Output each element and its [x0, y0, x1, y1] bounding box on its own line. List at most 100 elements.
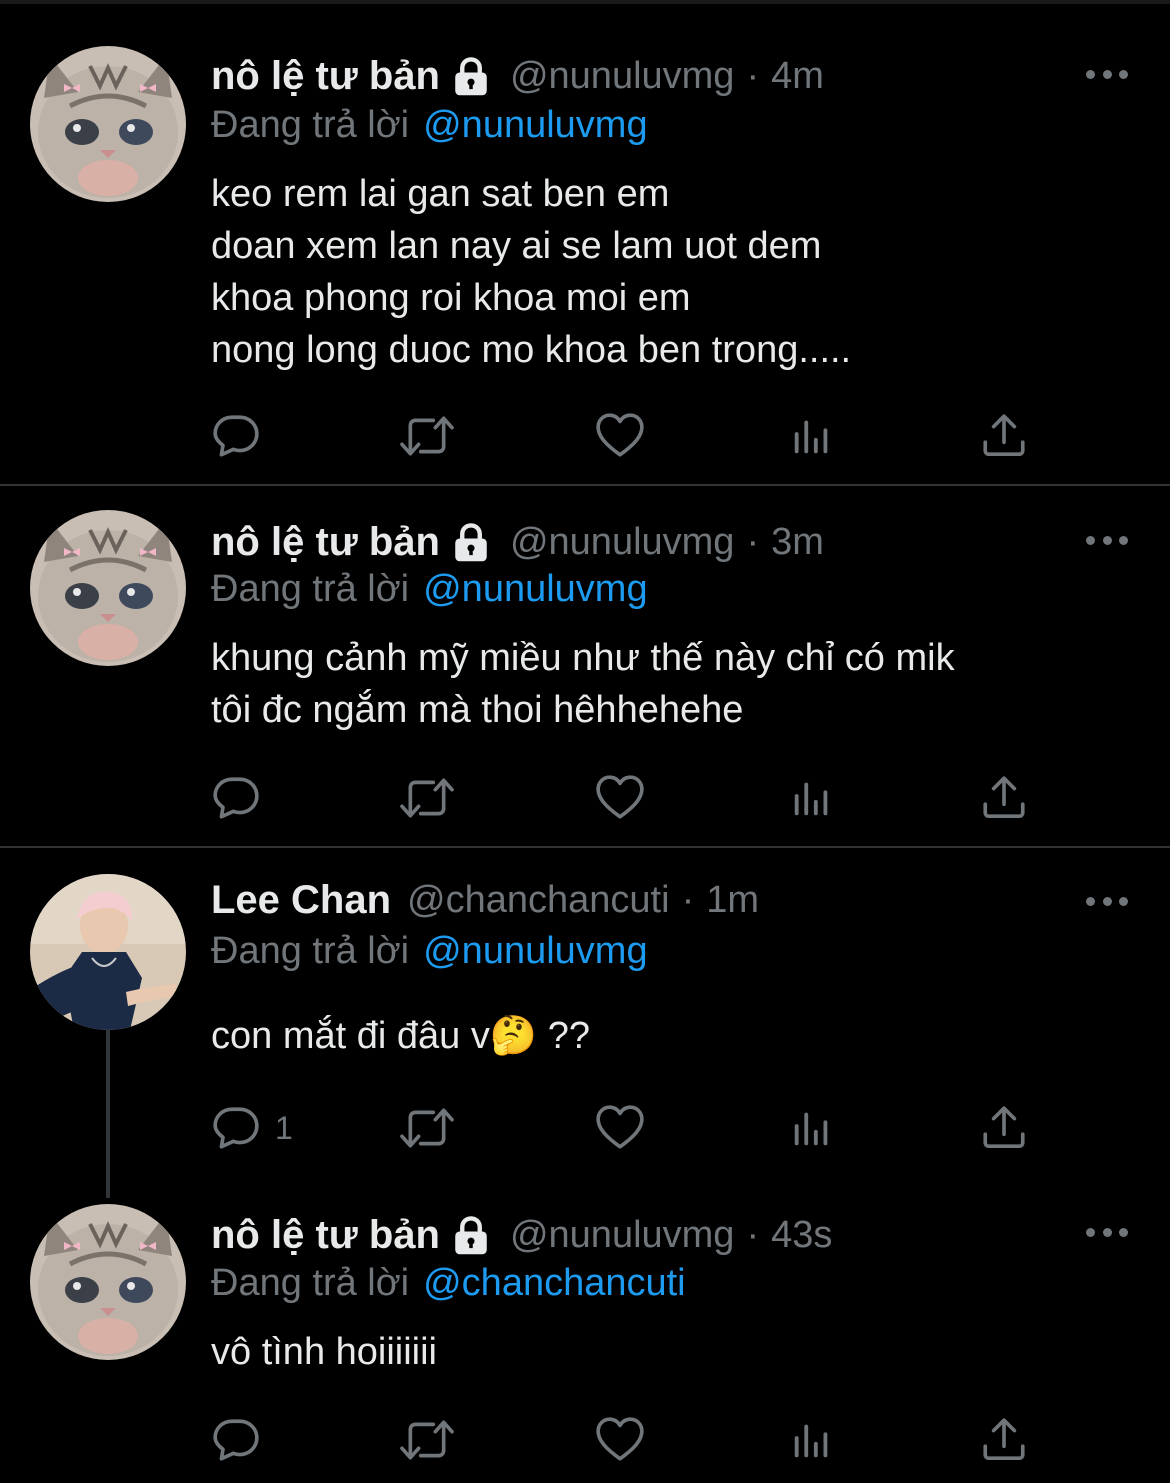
tweet-line: khoa phong roi khoa moi em [211, 277, 691, 319]
reply-context: Đang trả lời @nunuluvmg [211, 568, 648, 611]
retweet-icon [397, 1103, 457, 1153]
lock-icon [448, 1214, 494, 1256]
display-name[interactable]: nô lệ tư bản [211, 520, 440, 565]
reply-icon [211, 1103, 261, 1153]
tweet-text: vô tình hoiiiiiii [211, 1326, 437, 1378]
reply-button[interactable] [211, 1414, 275, 1466]
display-name[interactable]: nô lệ tư bản [211, 1213, 440, 1258]
heart-icon [595, 1103, 645, 1153]
separator: · [681, 878, 695, 921]
like-button[interactable] [595, 410, 645, 462]
separator: · [746, 1213, 760, 1256]
retweet-icon [397, 411, 457, 461]
separator: · [746, 54, 760, 97]
action-bar [211, 1414, 1031, 1466]
tweet-line: keo rem lai gan sat ben em [211, 173, 670, 215]
timestamp[interactable]: 3m [771, 521, 824, 564]
reply-icon [211, 773, 261, 823]
views-icon [789, 1415, 835, 1465]
action-bar: 1 [211, 1102, 1031, 1154]
mention-link[interactable]: @nunuluvmg [423, 930, 647, 972]
timestamp[interactable]: 43s [771, 1214, 832, 1257]
lock-icon [448, 521, 494, 563]
more-icon[interactable] [1086, 1222, 1128, 1242]
share-button[interactable] [979, 1102, 1029, 1154]
tweet-header: nô lệ tư bản @nunuluvmg · 4m [211, 48, 824, 104]
lock-icon [448, 55, 494, 97]
username[interactable]: @chanchancuti [407, 879, 670, 922]
share-button[interactable] [979, 772, 1029, 824]
tweet-text: khung cảnh mỹ miều như thế này chỉ có mi… [211, 632, 955, 736]
views-button[interactable] [789, 1102, 835, 1154]
tweet-1[interactable]: nô lệ tư bản @nunuluvmg · 4m Đang trả lờ… [0, 0, 1170, 484]
tweet-4[interactable]: nô lệ tư bản @nunuluvmg · 43s Đang trả l… [0, 1188, 1170, 1483]
reply-prefix: Đang trả lời [211, 568, 410, 610]
reply-context: Đang trả lời @nunuluvmg [211, 930, 648, 973]
mention-link[interactable]: @chanchancuti [423, 1262, 686, 1304]
tweet-header: nô lệ tư bản @nunuluvmg · 43s [211, 1207, 832, 1263]
timestamp[interactable]: 1m [706, 879, 759, 922]
username[interactable]: @nunuluvmg [510, 1214, 734, 1257]
retweet-button[interactable] [397, 772, 457, 824]
like-button[interactable] [595, 772, 645, 824]
cat-avatar[interactable] [30, 510, 186, 666]
share-icon [979, 1415, 1029, 1465]
reply-button[interactable] [211, 410, 275, 462]
person-avatar[interactable] [30, 874, 186, 1030]
reply-icon [211, 1415, 261, 1465]
reply-button[interactable]: 1 [211, 1102, 293, 1154]
views-icon [789, 411, 835, 461]
retweet-icon [397, 773, 457, 823]
reply-prefix: Đang trả lời [211, 1262, 410, 1304]
tweet-line: tôi đc ngắm mà thoi hêhhehehe [211, 689, 744, 731]
views-button[interactable] [789, 772, 835, 824]
retweet-button[interactable] [397, 1414, 457, 1466]
mention-link[interactable]: @nunuluvmg [423, 104, 647, 146]
tweet-line: con mắt đi đâu v🤔 ?? [211, 1015, 590, 1057]
tweet-2[interactable]: nô lệ tư bản @nunuluvmg · 3m Đang trả lờ… [0, 486, 1170, 846]
display-name[interactable]: Lee Chan [211, 878, 391, 923]
views-button[interactable] [789, 410, 835, 462]
reply-prefix: Đang trả lời [211, 930, 410, 972]
views-icon [789, 1103, 835, 1153]
share-button[interactable] [979, 1414, 1029, 1466]
share-icon [979, 773, 1029, 823]
more-icon[interactable] [1086, 64, 1128, 84]
tweet-header: Lee Chan @chanchancuti · 1m [211, 872, 759, 928]
timestamp[interactable]: 4m [771, 55, 824, 98]
tweet-line: vô tình hoiiiiiii [211, 1331, 437, 1373]
tweet-text: keo rem lai gan sat ben em doan xem lan … [211, 168, 851, 376]
tweet-line: khung cảnh mỹ miều như thế này chỉ có mi… [211, 637, 955, 679]
views-button[interactable] [789, 1414, 835, 1466]
cat-avatar[interactable] [30, 1204, 186, 1360]
retweet-button[interactable] [397, 410, 457, 462]
username[interactable]: @nunuluvmg [510, 521, 734, 564]
heart-icon [595, 411, 645, 461]
separator: · [746, 520, 760, 563]
more-icon[interactable] [1086, 891, 1128, 911]
tweet-3[interactable]: Lee Chan @chanchancuti · 1m Đang trả lời… [0, 848, 1170, 1188]
reply-button[interactable] [211, 772, 275, 824]
retweet-button[interactable] [397, 1102, 457, 1154]
username[interactable]: @nunuluvmg [510, 55, 734, 98]
reply-prefix: Đang trả lời [211, 104, 410, 146]
like-button[interactable] [595, 1102, 645, 1154]
reply-icon [211, 411, 261, 461]
like-button[interactable] [595, 1414, 645, 1466]
action-bar [211, 410, 1031, 462]
tweet-line: doan xem lan nay ai se lam uot dem [211, 225, 822, 267]
mention-link[interactable]: @nunuluvmg [423, 568, 647, 610]
retweet-icon [397, 1415, 457, 1465]
tweet-header: nô lệ tư bản @nunuluvmg · 3m [211, 514, 824, 570]
reply-count: 1 [275, 1109, 293, 1146]
share-button[interactable] [979, 410, 1029, 462]
heart-icon [595, 1415, 645, 1465]
more-icon[interactable] [1086, 530, 1128, 550]
cat-avatar[interactable] [30, 46, 186, 202]
heart-icon [595, 773, 645, 823]
share-icon [979, 411, 1029, 461]
display-name[interactable]: nô lệ tư bản [211, 54, 440, 99]
action-bar [211, 772, 1031, 824]
share-icon [979, 1103, 1029, 1153]
reply-context: Đang trả lời @chanchancuti [211, 1262, 686, 1305]
